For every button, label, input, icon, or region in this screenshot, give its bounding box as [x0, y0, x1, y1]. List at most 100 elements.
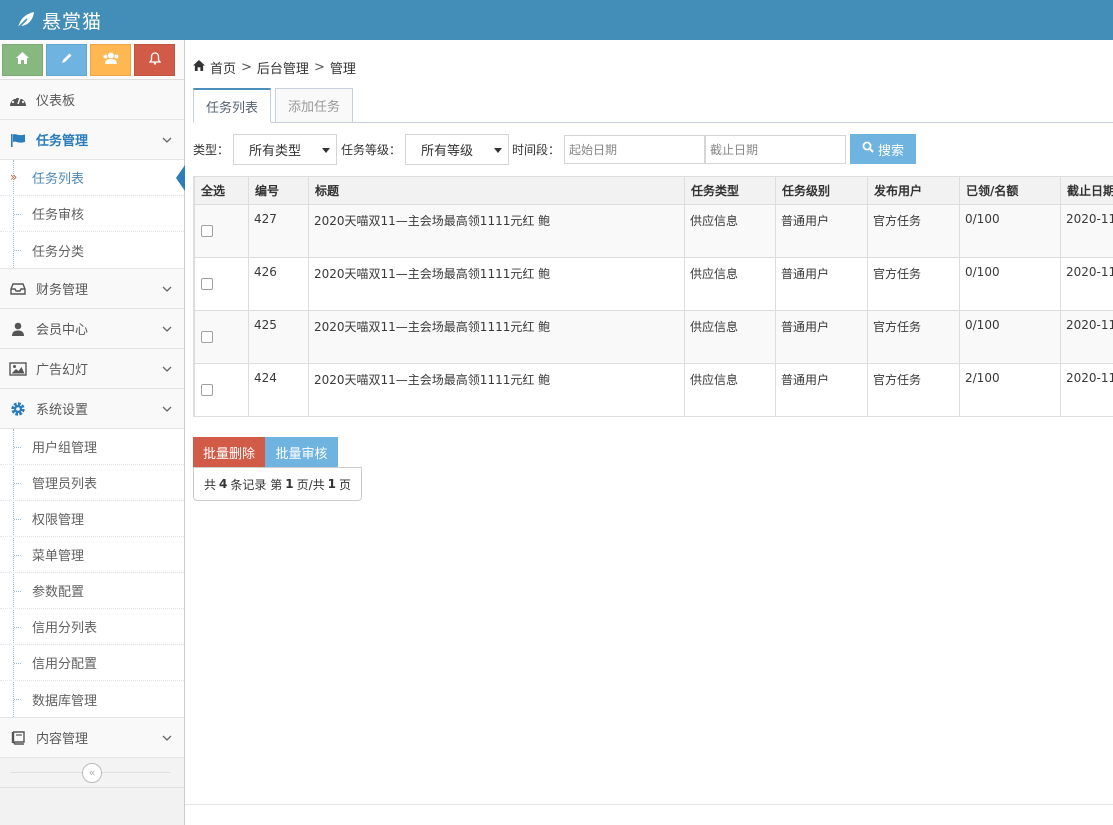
column-header: 编号	[248, 176, 309, 205]
caret-down-icon	[494, 147, 503, 153]
search-icon	[862, 141, 874, 157]
collapse-sidebar-button[interactable]: «	[82, 762, 102, 783]
row-checkbox-cell	[194, 310, 249, 364]
tab-add-task[interactable]: 添加任务	[275, 88, 354, 123]
sidebar-item-task-list[interactable]: » 任务列表	[0, 160, 185, 196]
shortcut-home-button[interactable]	[2, 44, 43, 76]
column-header: 截止日期	[1060, 176, 1113, 205]
sidebar-item-admin-list[interactable]: 管理员列表	[0, 465, 184, 501]
cell-deadline: 2020-11	[1060, 204, 1113, 258]
leaf-icon	[16, 10, 36, 30]
cell-level: 普通用户	[775, 363, 868, 416]
flag-icon	[0, 133, 36, 147]
pager-text: 页/共	[296, 477, 325, 492]
table-header-row: 全选 编号 标题 任务类型 任务级别 发布用户 已领/名额 截止日期	[194, 176, 1113, 205]
cell-quota: 0/100	[959, 310, 1061, 364]
sidebar-item-user-groups[interactable]: 用户组管理	[0, 429, 184, 465]
cell-title: 2020天喵双11—主会场最高领1111元红 鲍	[308, 257, 685, 311]
shortcut-edit-button[interactable]	[46, 44, 87, 76]
search-button[interactable]: 搜索	[850, 134, 917, 164]
nav-finance[interactable]: 财务管理	[0, 269, 184, 309]
sidebar-item-task-review[interactable]: 任务审核	[0, 196, 184, 232]
brand-title[interactable]: 悬赏猫	[42, 7, 102, 34]
cell-publisher: 官方任务	[867, 257, 960, 311]
cell-id: 426	[248, 257, 309, 311]
bulk-actions: 批量删除 批量审核	[193, 437, 338, 467]
book-icon	[0, 730, 36, 745]
total-records: 4	[219, 477, 228, 491]
nav-content-management[interactable]: 内容管理	[0, 718, 184, 758]
start-date-input[interactable]: 起始日期	[564, 134, 706, 164]
cell-type: 供应信息	[684, 204, 776, 258]
home-icon	[193, 60, 205, 75]
sidebar-item-menus[interactable]: 菜单管理	[0, 537, 184, 573]
sidebar-item-database[interactable]: 数据库管理	[0, 681, 184, 717]
row-checkbox[interactable]	[201, 225, 213, 237]
dashboard-icon	[0, 93, 36, 107]
sidebar-item-credit-list[interactable]: 信用分列表	[0, 609, 184, 645]
shortcut-notifications-button[interactable]	[134, 44, 175, 76]
bulk-audit-button[interactable]: 批量审核	[265, 437, 338, 467]
cell-publisher: 官方任务	[867, 310, 960, 364]
cell-title: 2020天喵双11—主会场最高领1111元红 鲍	[308, 204, 685, 258]
column-header: 任务类型	[684, 176, 776, 205]
nav-dashboard[interactable]: 仪表板	[0, 80, 184, 120]
cell-publisher: 官方任务	[867, 363, 960, 416]
picture-icon	[0, 361, 36, 376]
sidebar-item-credit-config[interactable]: 信用分配置	[0, 645, 184, 681]
users-icon	[103, 52, 119, 68]
sidebar-item-parameters[interactable]: 参数配置	[0, 573, 184, 609]
sidebar-item-permissions[interactable]: 权限管理	[0, 501, 184, 537]
double-angle-right-icon: »	[10, 170, 18, 184]
sidebar-item-label: 信用分配置	[32, 657, 98, 672]
type-select[interactable]: 所有类型	[233, 133, 338, 165]
breadcrumb-home-link[interactable]: 首页	[210, 58, 236, 77]
nav-label: 财务管理	[36, 283, 89, 298]
row-checkbox[interactable]	[201, 278, 213, 290]
nav-system-settings[interactable]: 系统设置	[0, 389, 184, 429]
search-button-label: 搜索	[878, 143, 905, 159]
row-checkbox[interactable]	[201, 384, 213, 396]
pagination-info: 共 4 条记录 第 1 页/共 1 页	[193, 467, 362, 501]
column-header: 标题	[308, 176, 685, 205]
sidebar-item-task-category[interactable]: 任务分类	[0, 232, 184, 268]
pager-text: 条记录 第	[230, 477, 283, 492]
cell-deadline: 2020-11	[1060, 257, 1113, 311]
shortcut-users-button[interactable]	[90, 44, 131, 76]
chevron-down-icon	[150, 366, 184, 372]
cell-id: 424	[248, 363, 309, 416]
row-checkbox-cell	[194, 363, 249, 416]
gear-icon	[0, 401, 36, 417]
cell-title: 2020天喵双11—主会场最高领1111元红 鲍	[308, 310, 685, 364]
level-select-value: 所有等级	[421, 143, 474, 159]
nav-label: 广告幻灯	[36, 363, 89, 378]
level-select[interactable]: 所有等级	[405, 133, 510, 165]
sidebar-item-label: 参数配置	[32, 585, 85, 600]
cell-id: 425	[248, 310, 309, 364]
select-all-header[interactable]: 全选	[194, 176, 249, 205]
total-pages: 1	[327, 477, 336, 491]
type-select-value: 所有类型	[249, 143, 302, 159]
breadcrumb-level1-link[interactable]: 后台管理	[257, 58, 309, 77]
nav-label: 任务管理	[36, 134, 89, 149]
row-checkbox[interactable]	[201, 331, 213, 343]
user-icon	[0, 322, 36, 336]
end-date-input[interactable]: 截止日期	[705, 134, 847, 164]
type-filter-label: 类型：	[193, 142, 230, 157]
breadcrumb-current: 管理	[329, 62, 356, 77]
cell-id: 427	[248, 204, 309, 258]
bulk-delete-button[interactable]: 批量删除	[193, 437, 265, 467]
chevron-down-icon	[150, 286, 184, 292]
tab-task-list[interactable]: 任务列表	[193, 88, 272, 123]
row-checkbox-cell	[194, 257, 249, 311]
column-header: 任务级别	[775, 176, 868, 205]
nav-ad-slides[interactable]: 广告幻灯	[0, 349, 184, 389]
tab-bar: 任务列表 添加任务	[193, 88, 1113, 123]
sidebar-item-label: 用户组管理	[32, 441, 98, 456]
nav-task-management[interactable]: 任务管理	[0, 120, 184, 160]
column-header: 发布用户	[867, 176, 960, 205]
cell-deadline: 2020-11	[1060, 363, 1113, 416]
task-table-container: 全选 编号 标题 任务类型 任务级别 发布用户 已领/名额 截止日期 427 2…	[193, 176, 1113, 417]
nav-member-center[interactable]: 会员中心	[0, 309, 184, 349]
top-navbar: 悬赏猫	[0, 0, 1113, 40]
